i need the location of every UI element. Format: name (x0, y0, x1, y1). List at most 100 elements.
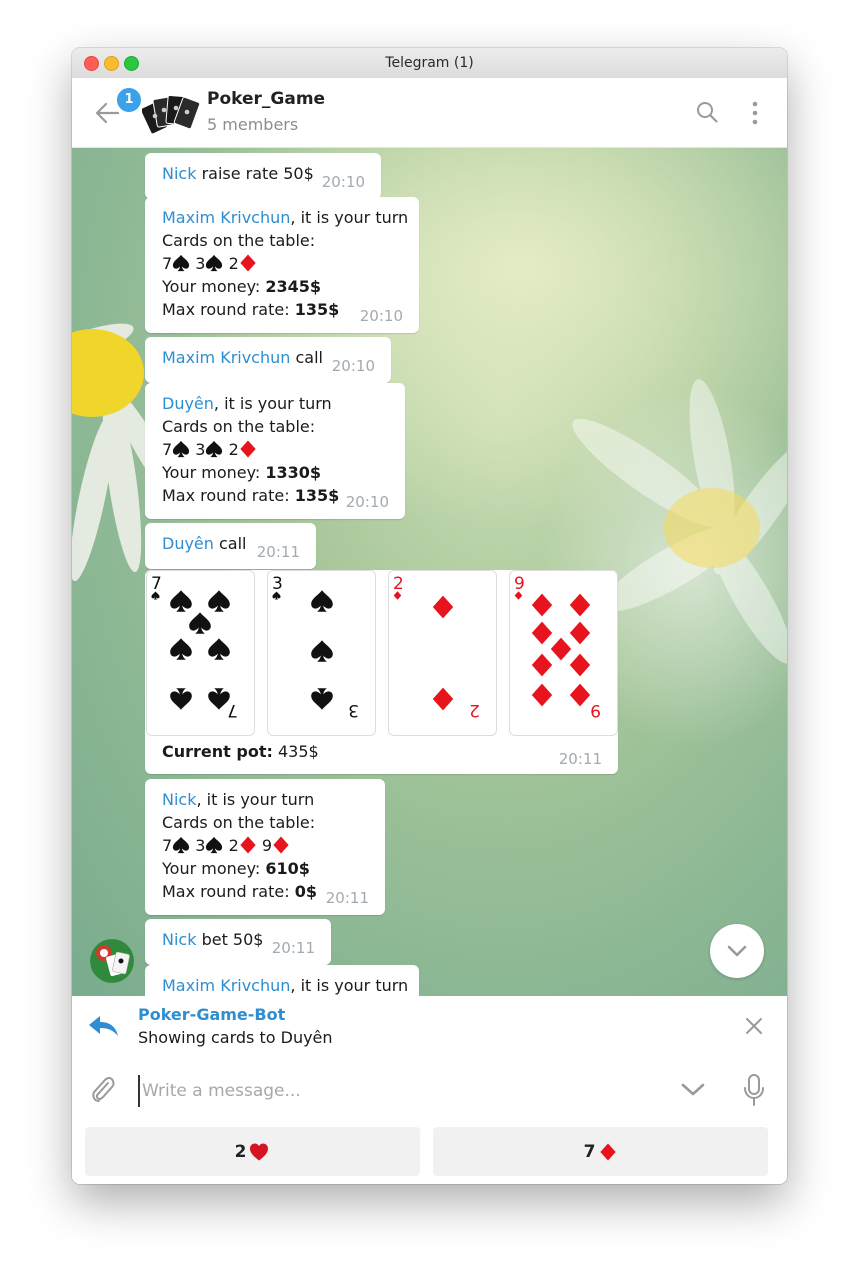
spade-icon (205, 254, 223, 272)
search-icon[interactable] (695, 100, 719, 124)
message-text: call (290, 348, 323, 367)
message-time: 20:11 (256, 543, 300, 561)
sender-name[interactable]: Duyên (162, 534, 214, 553)
diamond-icon (599, 1142, 617, 1162)
message-bubble[interactable]: Maxim Krivchun, it is your turn (145, 965, 419, 996)
card-rank: 7 (162, 254, 173, 273)
sender-name[interactable]: Nick (162, 790, 196, 809)
chevron-down-icon (727, 945, 747, 957)
message-time: 20:11 (325, 889, 369, 907)
keyboard-button-7-diamonds[interactable]: 7 (433, 1127, 768, 1176)
bot-avatar[interactable] (90, 939, 134, 983)
telegram-window: Telegram (1) 1 Poker_Game 5 members Nick… (72, 48, 787, 1184)
reply-preview: Poker-Game-Bot Showing cards to Duyên (72, 996, 787, 1059)
svg-text:2: 2 (393, 574, 404, 594)
scroll-to-bottom-button[interactable] (710, 924, 764, 978)
message-bubble[interactable]: Nick bet 50$ 20:11 (145, 919, 331, 965)
card-rank: 2 (228, 440, 239, 459)
message-line: Maxim Krivchun, it is your turn (162, 206, 408, 229)
sender-name[interactable]: Maxim Krivchun (162, 208, 290, 227)
svg-text:7: 7 (151, 574, 162, 594)
message-text: call (213, 534, 247, 553)
chevron-down-icon[interactable] (680, 1081, 706, 1099)
spade-icon (172, 836, 190, 854)
money-value: 610$ (265, 859, 310, 878)
message-bubble[interactable]: Maxim Krivchun, it is your turn Cards on… (145, 197, 419, 333)
message-text: , it is your turn (196, 790, 315, 809)
card-rank: 3 (195, 836, 206, 855)
more-vertical-icon[interactable] (746, 100, 764, 126)
sender-name[interactable]: Duyên (162, 394, 214, 413)
unread-badge: 1 (115, 86, 143, 114)
message-text: , it is your turn (290, 976, 409, 995)
bot-keyboard: 2 7 (72, 1123, 787, 1184)
message-text: bet 50$ (196, 930, 264, 949)
rate-value: 135$ (294, 300, 340, 319)
card-rank: 3 (195, 254, 206, 273)
message-list[interactable]: Nick raise rate 50$ 20:10 Maxim Krivchun… (72, 148, 787, 996)
diamond-icon (239, 836, 257, 854)
card-rank: 9 (261, 836, 273, 855)
reply-icon (89, 1016, 118, 1036)
card-rank: 2 (228, 254, 239, 273)
member-count: 5 members (207, 115, 299, 134)
paperclip-icon[interactable] (88, 1075, 118, 1105)
microphone-icon[interactable] (742, 1073, 766, 1107)
message-line: Maxim Krivchun, it is your turn (162, 974, 408, 996)
message-bubble[interactable]: Nick, it is your turn Cards on the table… (145, 779, 385, 915)
message-time: 20:11 (271, 939, 315, 957)
group-avatar[interactable] (142, 90, 200, 138)
svg-text:2: 2 (469, 700, 480, 720)
svg-text:9: 9 (590, 700, 601, 720)
sender-name[interactable]: Maxim Krivchun (162, 348, 290, 367)
window-title: Telegram (1) (385, 55, 474, 71)
message-text: raise rate 50$ (196, 164, 314, 183)
diamond-icon (239, 440, 257, 458)
spade-icon (205, 836, 223, 854)
money-value: 2345$ (265, 277, 322, 296)
title-bar: Telegram (1) (72, 48, 787, 79)
rate-value: 0$ (294, 882, 317, 901)
message-bubble[interactable]: Duyên call 20:11 (145, 523, 316, 569)
svg-text:7: 7 (227, 700, 238, 720)
cards-image-message[interactable]: 7 7 3 3 2 2 9 9 Current pot: 435$ 20:11 (145, 570, 618, 774)
playing-card-7-spades: 7 7 (146, 570, 255, 736)
message-time: 20:10 (331, 357, 375, 375)
message-bubble[interactable]: Maxim Krivchun call 20:10 (145, 337, 391, 383)
message-bubble[interactable]: Nick raise rate 50$ 20:10 (145, 153, 381, 199)
diamond-icon (239, 254, 257, 272)
chat-title[interactable]: Poker_Game (207, 89, 325, 109)
money-line: Your money: 2345$ (162, 277, 322, 296)
message-bubble[interactable]: Duyên, it is your turn Cards on the tabl… (145, 383, 405, 519)
message-input[interactable] (138, 1075, 664, 1107)
money-line: Your money: 1330$ (162, 463, 322, 482)
playing-card-9-diamonds: 9 9 (509, 570, 618, 736)
rate-value: 135$ (294, 486, 340, 505)
cards-label: Cards on the table: (162, 813, 316, 832)
close-icon[interactable] (744, 1016, 764, 1036)
playing-card-3-spades: 3 3 (267, 570, 376, 736)
card-rank: 2 (228, 836, 239, 855)
message-time: 20:10 (359, 307, 403, 325)
cards-label: Cards on the table: (162, 231, 316, 250)
card-rank: 7 (162, 440, 173, 459)
current-pot: Current pot: 435$ (162, 742, 319, 761)
message-time: 20:11 (558, 750, 602, 768)
svg-text:3: 3 (348, 700, 359, 720)
message-line: Duyên, it is your turn (162, 392, 388, 415)
keyboard-button-2-hearts[interactable]: 2 (85, 1127, 420, 1176)
spade-icon (205, 440, 223, 458)
table-cards: 7 3 2 (162, 252, 402, 275)
cards-label: Cards on the table: (162, 417, 316, 436)
money-value: 1330$ (265, 463, 322, 482)
card-rank: 7 (162, 836, 173, 855)
composer (72, 1059, 787, 1123)
heart-icon (248, 1142, 270, 1162)
sender-name[interactable]: Nick (162, 930, 196, 949)
message-time: 20:10 (321, 173, 365, 191)
playing-card-2-diamonds: 2 2 (388, 570, 497, 736)
svg-text:3: 3 (272, 574, 283, 594)
message-time: 20:10 (345, 493, 389, 511)
sender-name[interactable]: Maxim Krivchun (162, 976, 290, 995)
sender-name[interactable]: Nick (162, 164, 196, 183)
